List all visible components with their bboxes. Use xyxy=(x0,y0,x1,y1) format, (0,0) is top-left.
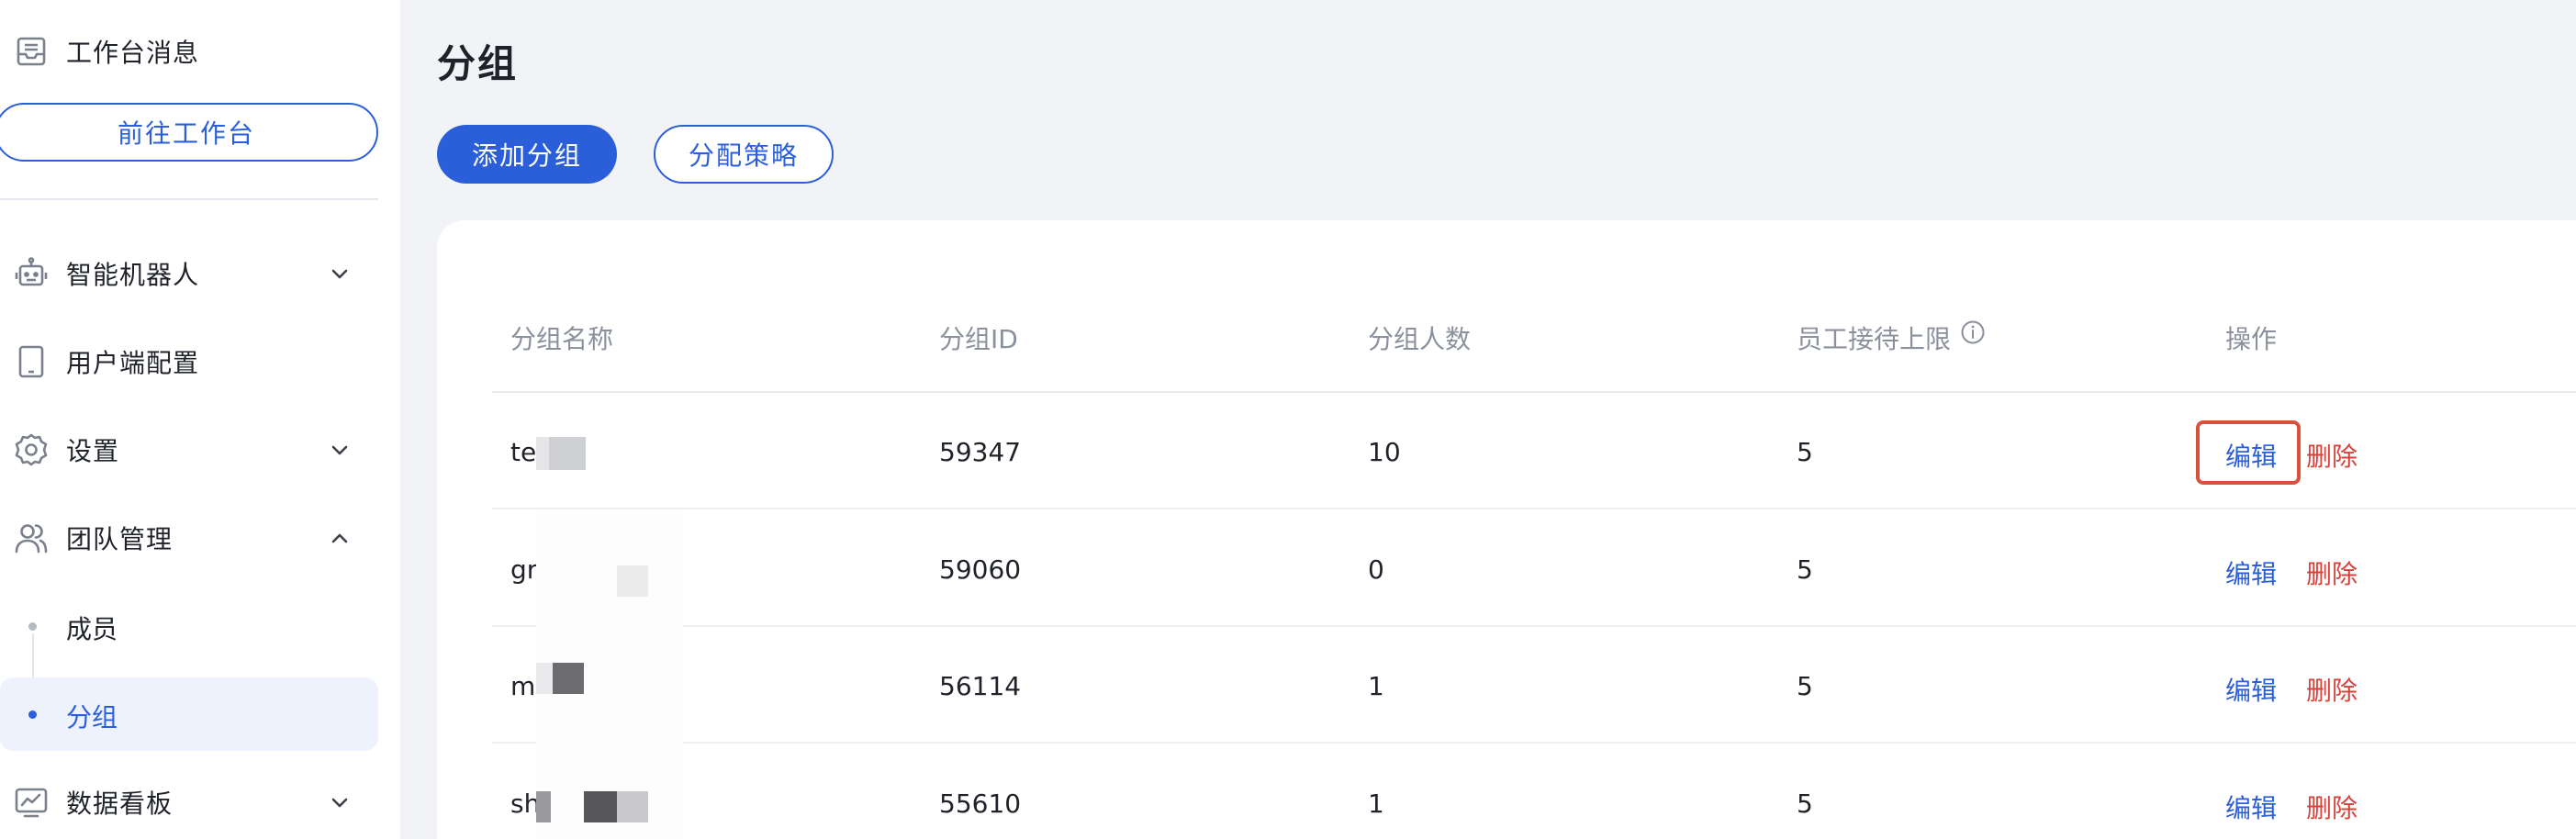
sidebar-item-label: 设置 xyxy=(66,436,120,466)
page-title: 分组 xyxy=(437,41,519,86)
column-header-group-id: 分组ID xyxy=(939,324,1018,354)
sidebar-subitem-label: 成员 xyxy=(66,614,118,644)
cell-group-id: 59347 xyxy=(939,437,1022,467)
sidebar-subitem-label: 分组 xyxy=(66,702,118,733)
cell-group-name: gr xyxy=(510,554,538,585)
cell-group-id: 56114 xyxy=(939,671,1022,701)
cell-reception-limit: 5 xyxy=(1797,671,1813,701)
table-header-divider xyxy=(492,391,2576,393)
edit-link[interactable]: 编辑 xyxy=(2225,671,2277,708)
redaction-block xyxy=(536,663,553,694)
robot-icon xyxy=(13,255,50,292)
chevron-down-icon xyxy=(325,788,354,817)
column-header-actions: 操作 xyxy=(2225,324,2278,354)
sidebar-item-label: 智能机器人 xyxy=(66,260,200,290)
edit-link[interactable]: 编辑 xyxy=(2225,789,2277,825)
sidebar-subitem-groups[interactable]: 分组 xyxy=(0,677,378,751)
cell-reception-limit: 5 xyxy=(1797,437,1813,467)
assign-strategy-button[interactable]: 分配策略 xyxy=(654,125,834,184)
delete-link[interactable]: 删除 xyxy=(2306,437,2358,474)
add-group-button[interactable]: 添加分组 xyxy=(437,125,617,184)
workspace-messages-link[interactable]: 工作台消息 xyxy=(0,15,386,88)
edit-link[interactable]: 编辑 xyxy=(2225,554,2277,591)
sidebar-subitem-members[interactable]: 成员 xyxy=(0,589,378,663)
cell-group-id: 55610 xyxy=(939,789,1022,819)
cell-member-count: 1 xyxy=(1368,671,1384,701)
sidebar-item-team-management[interactable]: 团队管理 xyxy=(0,501,386,575)
bullet-dot-icon xyxy=(28,710,37,719)
info-icon[interactable] xyxy=(1960,319,1986,345)
row-divider xyxy=(492,508,2576,509)
sidebar-item-label: 团队管理 xyxy=(66,524,174,554)
cell-member-count: 1 xyxy=(1368,789,1384,819)
users-icon xyxy=(13,520,50,556)
cell-member-count: 10 xyxy=(1368,437,1401,467)
sidebar-item-label: 数据看板 xyxy=(66,789,174,819)
cell-group-name: m xyxy=(510,671,536,701)
delete-link[interactable]: 删除 xyxy=(2306,789,2358,825)
cell-group-name: te xyxy=(510,437,537,467)
edit-link[interactable]: 编辑 xyxy=(2225,437,2277,474)
row-divider xyxy=(492,625,2576,627)
sidebar-item-dashboard[interactable]: 数据看板 xyxy=(0,766,386,839)
delete-link[interactable]: 删除 xyxy=(2306,671,2358,708)
redaction-block xyxy=(617,791,648,822)
workspace-messages-label: 工作台消息 xyxy=(66,38,200,68)
redaction-block xyxy=(553,663,584,694)
cell-member-count: 0 xyxy=(1368,554,1384,585)
bullet-dot-icon xyxy=(28,622,37,631)
sidebar-item-settings[interactable]: 设置 xyxy=(0,413,386,487)
tablet-icon xyxy=(13,343,50,380)
cell-reception-limit: 5 xyxy=(1797,554,1813,585)
column-header-member-count: 分组人数 xyxy=(1368,324,1472,354)
cell-reception-limit: 5 xyxy=(1797,789,1813,819)
groups-table-card xyxy=(437,220,2576,839)
row-divider xyxy=(492,742,2576,744)
sidebar-item-label: 用户端配置 xyxy=(66,348,200,378)
sidebar-item-client-config[interactable]: 用户端配置 xyxy=(0,325,386,398)
column-header-group-name: 分组名称 xyxy=(510,324,614,354)
sidebar-divider xyxy=(0,198,378,200)
chart-board-icon xyxy=(13,784,50,821)
inbox-icon xyxy=(13,33,50,70)
delete-link[interactable]: 删除 xyxy=(2306,554,2358,591)
chevron-up-icon xyxy=(325,523,354,553)
redaction-block xyxy=(584,791,617,822)
chevron-down-icon xyxy=(325,259,354,288)
cell-group-id: 59060 xyxy=(939,554,1022,585)
goto-workspace-button[interactable]: 前往工作台 xyxy=(0,103,378,162)
column-header-reception-limit: 员工接待上限 xyxy=(1797,324,1952,354)
gear-icon xyxy=(13,431,50,468)
chevron-down-icon xyxy=(325,435,354,464)
redaction-block xyxy=(549,437,586,470)
sidebar-item-robot[interactable]: 智能机器人 xyxy=(0,237,386,310)
sidebar: 工作台消息 前往工作台 智能机器人 用户端配置 设置 团队管理 成员 分组 数据… xyxy=(0,0,400,839)
redaction-block xyxy=(617,565,648,597)
redaction-block xyxy=(536,791,551,822)
